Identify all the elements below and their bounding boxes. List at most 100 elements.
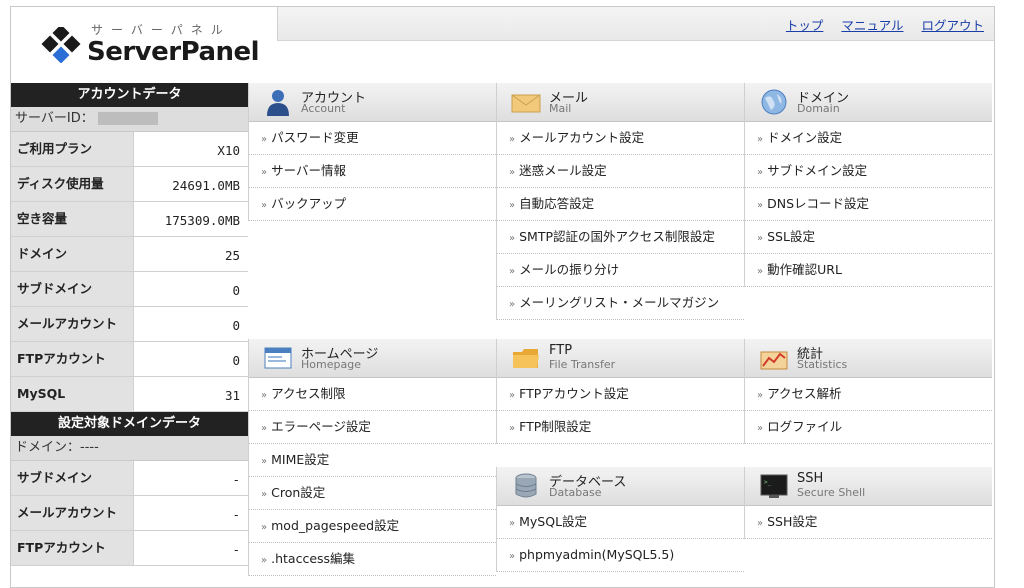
- menu-link[interactable]: » phpmyadmin(MySQL5.5): [497, 539, 744, 572]
- menu-link-label: 迷惑メール設定: [519, 163, 607, 178]
- stat-value: 0: [232, 353, 240, 368]
- menu-link-label: メーリングリスト・メールマガジン: [519, 295, 720, 310]
- stat-row: サブドメイン 0: [11, 272, 248, 307]
- menu-link[interactable]: » FTP制限設定: [497, 411, 744, 444]
- arrow-icon: »: [509, 266, 516, 277]
- section-account: アカウント Account » パスワード変更» サーバー情報» バックアップ: [248, 83, 496, 221]
- stat-value: 25: [224, 248, 240, 263]
- menu-link[interactable]: » SMTP認証の国外アクセス制限設定: [497, 221, 744, 254]
- section-items: » アクセス解析» ログファイル: [744, 378, 992, 444]
- menu-link[interactable]: » MySQL設定: [497, 506, 744, 539]
- menu-link[interactable]: » ログファイル: [745, 411, 992, 444]
- stat-row: メールアカウント 0: [11, 307, 248, 342]
- menu-link[interactable]: » DNSレコード設定: [745, 188, 992, 221]
- section-subtitle: Homepage: [301, 358, 361, 371]
- account-rows: ご利用プラン X10 ディスク使用量 24691.0MB 空き容量 175309.0MB ド…: [11, 132, 248, 412]
- globe-icon: [761, 89, 787, 115]
- stat-label: メールアカウント: [11, 307, 134, 341]
- section-stats: 統計 Statistics » アクセス解析» ログファイル: [744, 339, 992, 444]
- menu-link[interactable]: » サーバー情報: [249, 155, 496, 188]
- menu-link-label: SSL設定: [767, 229, 815, 244]
- stat-row: メールアカウント -: [11, 496, 248, 531]
- arrow-icon: »: [261, 456, 268, 467]
- stat-label: サブドメイン: [11, 272, 134, 306]
- stat-row: MySQL 31: [11, 377, 248, 412]
- top-link[interactable]: トップ: [786, 18, 824, 33]
- stat-label: MySQL: [11, 377, 134, 411]
- menu-link[interactable]: » バックアップ: [249, 188, 496, 221]
- menu-link[interactable]: » SSH設定: [745, 506, 992, 539]
- section-header: FTP File Transfer: [496, 339, 744, 378]
- user-icon: [267, 90, 289, 116]
- stat-label: 空き容量: [11, 202, 134, 236]
- menu-link[interactable]: » メーリングリスト・メールマガジン: [497, 287, 744, 320]
- menu-link[interactable]: » パスワード変更: [249, 122, 496, 155]
- stat-row: FTPアカウント 0: [11, 342, 248, 377]
- menu-link-label: メールアカウント設定: [519, 130, 645, 145]
- stat-value: 24691.0MB: [172, 178, 240, 193]
- menu-link-label: 自動応答設定: [519, 196, 595, 211]
- stat-label: FTPアカウント: [11, 342, 134, 376]
- menu-link-label: サーバー情報: [271, 163, 347, 178]
- menu-link[interactable]: » SSL設定: [745, 221, 992, 254]
- section-mail: メール Mail » メールアカウント設定» 迷惑メール設定» 自動応答設定» SMTP…: [496, 83, 744, 320]
- menu-link[interactable]: » Cron設定: [249, 477, 496, 510]
- menu-link[interactable]: » FTPアカウント設定: [497, 378, 744, 411]
- menu-link[interactable]: » mod_pagespeed設定: [249, 510, 496, 543]
- menu-link-label: パスワード変更: [271, 130, 359, 145]
- stat-label: ご利用プラン: [11, 132, 134, 166]
- logo[interactable]: サーバーパネル ServerPanel: [11, 7, 277, 83]
- section-subtitle: Statistics: [797, 358, 848, 371]
- arrow-icon: »: [261, 167, 268, 178]
- menu-link[interactable]: » エラーページ設定: [249, 411, 496, 444]
- arrow-icon: »: [757, 266, 764, 277]
- section-items: » メールアカウント設定» 迷惑メール設定» 自動応答設定» SMTP認証の国外アクセス…: [496, 122, 744, 320]
- svg-text:>_: >_: [764, 479, 772, 486]
- logo-kana: サーバーパネル: [91, 23, 231, 37]
- menu-link-label: 動作確認URL: [767, 262, 842, 277]
- section-header: >_ SSH Secure Shell: [744, 467, 992, 506]
- domain-rows: サブドメイン - メールアカウント - FTPアカウント -: [11, 461, 248, 566]
- menu-link[interactable]: » アクセス制限: [249, 378, 496, 411]
- menu-link-label: エラーページ設定: [271, 419, 371, 434]
- stat-value: 0: [232, 318, 240, 333]
- stat-row: ご利用プラン X10: [11, 132, 248, 167]
- arrow-icon: »: [757, 423, 764, 434]
- menu-link-label: アクセス制限: [271, 386, 346, 401]
- stat-value: X10: [217, 143, 240, 158]
- stat-row: FTPアカウント -: [11, 531, 248, 566]
- section-items: » MySQL設定» phpmyadmin(MySQL5.5): [496, 506, 744, 572]
- logo-text: ServerPanel: [87, 37, 260, 67]
- menu-link[interactable]: » 迷惑メール設定: [497, 155, 744, 188]
- menu-link[interactable]: » サブドメイン設定: [745, 155, 992, 188]
- menu-link[interactable]: » 自動応答設定: [497, 188, 744, 221]
- section-items: » パスワード変更» サーバー情報» バックアップ: [248, 122, 496, 221]
- menu-link[interactable]: » メールの振り分け: [497, 254, 744, 287]
- menu-link[interactable]: » アクセス解析: [745, 378, 992, 411]
- arrow-icon: »: [509, 299, 516, 310]
- section-header: メール Mail: [496, 83, 744, 122]
- section-header: ホームページ Homepage: [248, 339, 496, 378]
- arrow-icon: »: [509, 233, 516, 244]
- arrow-icon: »: [261, 134, 268, 145]
- stat-value: 175309.0MB: [164, 213, 240, 228]
- menu-link[interactable]: » .htaccess編集: [249, 543, 496, 576]
- section-title: SSH: [797, 471, 824, 486]
- menu-link-label: DNSレコード設定: [767, 196, 870, 211]
- section-items: » SSH設定: [744, 506, 992, 539]
- menu-link-label: ドメイン設定: [767, 130, 843, 145]
- stat-label: FTPアカウント: [11, 531, 134, 565]
- manual-link[interactable]: マニュアル: [841, 18, 903, 33]
- menu-link[interactable]: » メールアカウント設定: [497, 122, 744, 155]
- logout-link[interactable]: ログアウト: [921, 18, 984, 33]
- sidebar: アカウントデータ サーバーID： ご利用プラン X10 ディスク使用量 24691.0…: [11, 83, 248, 566]
- arrow-icon: »: [757, 134, 764, 145]
- menu-link[interactable]: » 動作確認URL: [745, 254, 992, 287]
- menu-link[interactable]: » MIME設定: [249, 444, 496, 477]
- arrow-icon: »: [757, 390, 764, 401]
- section-ftp: FTP File Transfer » FTPアカウント設定» FTP制限設定: [496, 339, 744, 444]
- logo-mark-icon: [41, 27, 81, 63]
- section-database: データベース Database » MySQL設定» phpmyadmin(MySQ…: [496, 467, 744, 572]
- menu-link[interactable]: » ドメイン設定: [745, 122, 992, 155]
- arrow-icon: »: [509, 134, 516, 145]
